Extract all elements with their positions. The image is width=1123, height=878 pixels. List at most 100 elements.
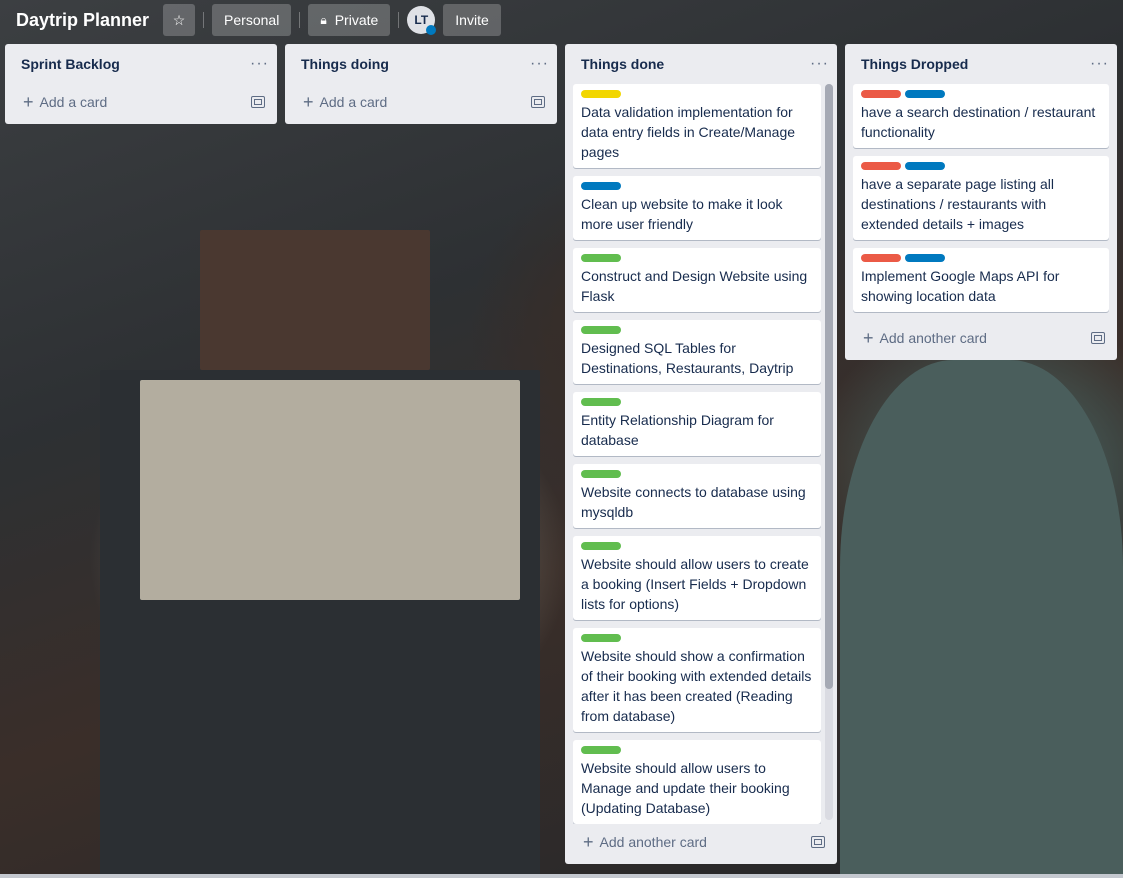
card-template-icon[interactable]	[811, 836, 825, 848]
label-red[interactable]	[861, 90, 901, 98]
label-blue[interactable]	[905, 90, 945, 98]
card[interactable]: have a separate page listing all destina…	[853, 156, 1109, 240]
card[interactable]: Website should allow users to Manage and…	[573, 740, 821, 824]
list-scrollbar[interactable]	[825, 84, 833, 820]
list-things-doing: Things doing ··· + Add a card	[285, 44, 557, 124]
invite-button[interactable]: Invite	[443, 4, 501, 36]
list-sprint-backlog: Sprint Backlog ··· + Add a card	[5, 44, 277, 124]
card-labels	[581, 398, 813, 406]
card-title: have a separate page listing all destina…	[861, 176, 1055, 232]
list-title[interactable]: Things done	[581, 56, 664, 72]
card[interactable]: Entity Relationship Diagram for database	[573, 392, 821, 456]
list-title[interactable]: Things doing	[301, 56, 389, 72]
list-title[interactable]: Things Dropped	[861, 56, 968, 72]
list-things-done: Things done ··· Data validation implemen…	[565, 44, 837, 864]
list-header: Things Dropped ···	[845, 44, 1117, 84]
card-title: Entity Relationship Diagram for database	[581, 412, 774, 448]
label-green[interactable]	[581, 634, 621, 642]
label-red[interactable]	[861, 254, 901, 262]
privacy-label: Private	[334, 12, 379, 28]
card[interactable]: Clean up website to make it look more us…	[573, 176, 821, 240]
plus-icon: +	[583, 832, 594, 852]
card-labels	[581, 90, 813, 98]
admin-badge-icon	[426, 25, 437, 35]
plus-icon: +	[23, 92, 34, 112]
card-labels	[581, 542, 813, 550]
add-card-button[interactable]: + Add a card	[5, 84, 277, 120]
list-header: Things done ···	[565, 44, 837, 84]
background-photo-brick	[200, 230, 430, 370]
list-menu-icon[interactable]: ···	[250, 55, 269, 73]
label-blue[interactable]	[581, 182, 621, 190]
add-card-button[interactable]: + Add another card	[845, 320, 1117, 356]
team-visibility-button[interactable]: Personal	[212, 4, 292, 36]
label-green[interactable]	[581, 398, 621, 406]
label-green[interactable]	[581, 470, 621, 478]
card-labels	[861, 254, 1101, 262]
card-title: have a search destination / restaurant f…	[861, 104, 1096, 140]
card-title: Construct and Design Website using Flask	[581, 268, 808, 304]
label-green[interactable]	[581, 254, 621, 262]
add-card-label: Add another card	[879, 330, 987, 346]
background-photo-tower	[840, 360, 1123, 878]
card[interactable]: Designed SQL Tables for Destinations, Re…	[573, 320, 821, 384]
card-template-icon[interactable]	[531, 96, 545, 108]
list-menu-icon[interactable]: ···	[530, 55, 549, 73]
card-title: Implement Google Maps API for showing lo…	[861, 268, 1060, 304]
card[interactable]: Data validation implementation for data …	[573, 84, 821, 168]
list-menu-icon[interactable]: ···	[810, 55, 829, 73]
label-red[interactable]	[861, 162, 901, 170]
header-divider	[299, 12, 301, 28]
star-button[interactable]: ☆	[163, 4, 196, 36]
background-photo-rooftop	[140, 380, 520, 600]
card-title: Website should allow users to create a b…	[581, 556, 809, 612]
card-list: Data validation implementation for data …	[565, 84, 837, 824]
card-template-icon[interactable]	[1091, 332, 1105, 344]
card[interactable]: have a search destination / restaurant f…	[853, 84, 1109, 148]
label-blue[interactable]	[905, 162, 945, 170]
label-blue[interactable]	[905, 254, 945, 262]
list-title[interactable]: Sprint Backlog	[21, 56, 120, 72]
label-green[interactable]	[581, 326, 621, 334]
board-horizontal-scrollbar[interactable]	[0, 874, 1123, 878]
card[interactable]: Website should show a confirmation of th…	[573, 628, 821, 732]
scrollbar-thumb[interactable]	[825, 84, 833, 689]
card[interactable]: Website should allow users to create a b…	[573, 536, 821, 620]
board-title[interactable]: Daytrip Planner	[8, 6, 157, 35]
header-divider	[398, 12, 400, 28]
card-labels	[581, 182, 813, 190]
card-labels	[581, 470, 813, 478]
label-green[interactable]	[581, 542, 621, 550]
list-things-dropped: Things Dropped ··· have a search destina…	[845, 44, 1117, 360]
board-header: Daytrip Planner ☆ Personal 🔒︎ Private LT…	[0, 0, 1123, 40]
list-menu-icon[interactable]: ···	[1090, 55, 1109, 73]
card-labels	[581, 326, 813, 334]
card-title: Clean up website to make it look more us…	[581, 196, 783, 232]
card-title: Designed SQL Tables for Destinations, Re…	[581, 340, 794, 376]
add-card-label: Add a card	[319, 94, 388, 110]
card-title: Website should show a confirmation of th…	[581, 648, 812, 724]
plus-icon: +	[863, 328, 874, 348]
label-yellow[interactable]	[581, 90, 621, 98]
card[interactable]: Construct and Design Website using Flask	[573, 248, 821, 312]
card-template-icon[interactable]	[251, 96, 265, 108]
privacy-button[interactable]: 🔒︎ Private	[308, 4, 391, 36]
card[interactable]: Website connects to database using mysql…	[573, 464, 821, 528]
plus-icon: +	[303, 92, 314, 112]
star-icon: ☆	[172, 11, 186, 28]
list-header: Things doing ···	[285, 44, 557, 84]
lock-icon: 🔒︎	[320, 12, 327, 27]
member-avatar[interactable]: LT	[407, 6, 437, 35]
card-title: Website should allow users to Manage and…	[581, 760, 790, 816]
add-card-button[interactable]: + Add another card	[565, 824, 837, 860]
add-card-label: Add another card	[599, 834, 707, 850]
card[interactable]: Implement Google Maps API for showing lo…	[853, 248, 1109, 312]
card-labels	[581, 746, 813, 754]
card-title: Website connects to database using mysql…	[581, 484, 806, 520]
card-labels	[861, 90, 1101, 98]
card-labels	[581, 254, 813, 262]
add-card-button[interactable]: + Add a card	[285, 84, 557, 120]
card-labels	[581, 634, 813, 642]
add-card-label: Add a card	[39, 94, 108, 110]
label-green[interactable]	[581, 746, 621, 754]
